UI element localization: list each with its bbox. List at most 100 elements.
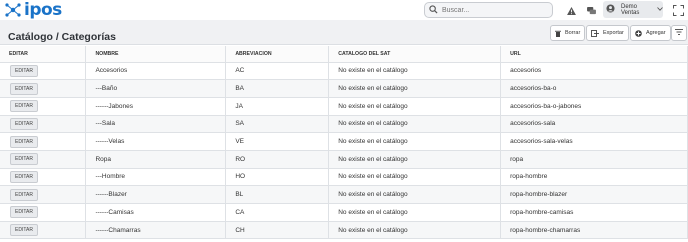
table-row[interactable]: EDITAR ---Sala SA No existe en el catálogo a…: [0, 115, 688, 134]
export-label: Exportar: [603, 30, 624, 36]
col-header-name[interactable]: NOMBRE: [85, 46, 227, 63]
alerts-button[interactable]: Alertas: [561, 2, 581, 26]
cell-url: accesorios-ba-o: [500, 79, 688, 98]
cell-sat-catalog: No existe en el catálogo: [328, 150, 502, 169]
table-row[interactable]: EDITAR ------Chamarras CH No existe en el c…: [0, 221, 688, 240]
cell-name: ------Chamarras: [85, 221, 227, 240]
cell-abbreviation: CA: [225, 203, 330, 222]
table-row[interactable]: EDITAR Accesorios AC No existe en el catálo…: [0, 62, 688, 81]
cell-sat-catalog: No existe en el catálogo: [328, 185, 502, 204]
cell-abbreviation: AC: [225, 62, 330, 81]
cell-sat-catalog: No existe en el catálogo: [328, 62, 502, 81]
cell-edit: EDITAR: [0, 132, 87, 151]
alert-icon: [566, 2, 576, 20]
search-icon: [429, 1, 438, 19]
user-name: Demo Ventas: [621, 3, 640, 16]
user-menu[interactable]: Demo Ventas: [603, 1, 663, 18]
edit-button[interactable]: EDITAR: [10, 82, 38, 95]
cell-name: Ropa: [85, 150, 227, 169]
cell-edit: EDITAR: [0, 150, 87, 169]
cell-abbreviation: BL: [225, 185, 330, 204]
table-row[interactable]: EDITAR ------Blazer BL No existe en el catá…: [0, 185, 688, 204]
table-header-row: EDITAR NOMBRE ABREVIACION CATALOGO DEL S…: [0, 46, 688, 63]
cell-name: ------Jabones: [85, 97, 227, 116]
cell-abbreviation: SA: [225, 115, 330, 134]
col-header-sat-catalog[interactable]: CATALOGO DEL SAT: [328, 46, 502, 63]
cell-url: accesorios: [500, 62, 688, 81]
cell-abbreviation: VE: [225, 132, 330, 151]
cell-name: ---Hombre: [85, 168, 227, 187]
help-button[interactable]: Ayuda: [581, 2, 601, 26]
cell-url: ropa-hombre-chamarras: [500, 221, 688, 240]
cell-sat-catalog: No existe en el catálogo: [328, 79, 502, 98]
expand-icon[interactable]: [673, 3, 684, 21]
filter-button[interactable]: [671, 25, 687, 41]
table-row[interactable]: EDITAR ------Jabones JA No existe en el cat…: [0, 97, 688, 116]
edit-button[interactable]: EDITAR: [10, 188, 38, 201]
top-bar: ipos Alertas Ayuda: [0, 0, 688, 26]
col-header-abbreviation[interactable]: ABREVIACION: [225, 46, 330, 63]
search-box[interactable]: [424, 2, 553, 18]
table-row[interactable]: EDITAR ------Velas VE No existe en el catál…: [0, 132, 688, 151]
table-row[interactable]: EDITAR Ropa RO No existe en el catálogo ropa: [0, 150, 688, 169]
cell-abbreviation: CH: [225, 221, 330, 240]
cell-sat-catalog: No existe en el catálogo: [328, 221, 502, 240]
cell-edit: EDITAR: [0, 221, 87, 240]
cell-abbreviation: RO: [225, 150, 330, 169]
app-logo[interactable]: ipos: [4, 1, 62, 19]
cell-name: Accesorios: [85, 62, 227, 81]
table-row[interactable]: EDITAR ---Baño BA No existe en el catálogo a…: [0, 79, 688, 98]
cell-name: ---Sala: [85, 115, 227, 134]
edit-button[interactable]: EDITAR: [10, 100, 38, 113]
add-label: Agregar: [646, 30, 666, 36]
cell-edit: EDITAR: [0, 79, 87, 98]
cell-edit: EDITAR: [0, 115, 87, 134]
edit-button[interactable]: EDITAR: [10, 206, 38, 219]
user-icon: [606, 4, 615, 15]
filter-icon: [675, 29, 683, 37]
cell-name: ---Baño: [85, 79, 227, 98]
cell-edit: EDITAR: [0, 97, 87, 116]
cell-sat-catalog: No existe en el catálogo: [328, 203, 502, 222]
edit-button[interactable]: EDITAR: [10, 117, 38, 130]
delete-button[interactable]: Borrar: [550, 25, 586, 41]
export-icon: [591, 29, 599, 37]
help-chat-icon: [586, 2, 596, 20]
edit-button[interactable]: EDITAR: [10, 224, 38, 237]
cell-edit: EDITAR: [0, 203, 87, 222]
logo-mark-icon: [4, 1, 22, 19]
cell-url: accesorios-sala: [500, 115, 688, 134]
cell-sat-catalog: No existe en el catálogo: [328, 97, 502, 116]
logo-text: ipos: [24, 0, 62, 20]
delete-label: Borrar: [565, 30, 581, 36]
cell-name: ------Velas: [85, 132, 227, 151]
cell-edit: EDITAR: [0, 168, 87, 187]
col-header-edit[interactable]: EDITAR: [0, 46, 87, 63]
categories-table: EDITAR NOMBRE ABREVIACION CATALOGO DEL S…: [0, 46, 688, 240]
cell-abbreviation: HO: [225, 168, 330, 187]
export-button[interactable]: Exportar: [586, 25, 629, 41]
cell-url: ropa: [500, 150, 688, 169]
search-input[interactable]: [442, 6, 542, 14]
edit-button[interactable]: EDITAR: [10, 64, 38, 77]
cell-abbreviation: JA: [225, 97, 330, 116]
table-row[interactable]: EDITAR ------Camisas CA No existe en el cat…: [0, 203, 688, 222]
cell-sat-catalog: No existe en el catálogo: [328, 115, 502, 134]
page-header: Catálogo / Categorías Borrar Exportar Ag…: [0, 20, 688, 45]
chevron-down-icon: [657, 6, 663, 13]
table-row[interactable]: EDITAR ---Hombre HO No existe en el catálog…: [0, 168, 688, 187]
page-title: Catálogo / Categorías: [8, 31, 116, 43]
cell-sat-catalog: No existe en el catálogo: [328, 132, 502, 151]
cell-url: ropa-hombre: [500, 168, 688, 187]
add-icon: [635, 29, 642, 37]
cell-sat-catalog: No existe en el catálogo: [328, 168, 502, 187]
edit-button[interactable]: EDITAR: [10, 170, 38, 183]
cell-url: accesorios-ba-o-jabones: [500, 97, 688, 116]
cell-url: ropa-hombre-blazer: [500, 185, 688, 204]
cell-edit: EDITAR: [0, 62, 87, 81]
edit-button[interactable]: EDITAR: [10, 135, 38, 148]
cell-url: accesorios-sala-velas: [500, 132, 688, 151]
edit-button[interactable]: EDITAR: [10, 153, 38, 166]
add-button[interactable]: Agregar: [630, 25, 671, 41]
col-header-url[interactable]: URL: [500, 46, 688, 63]
